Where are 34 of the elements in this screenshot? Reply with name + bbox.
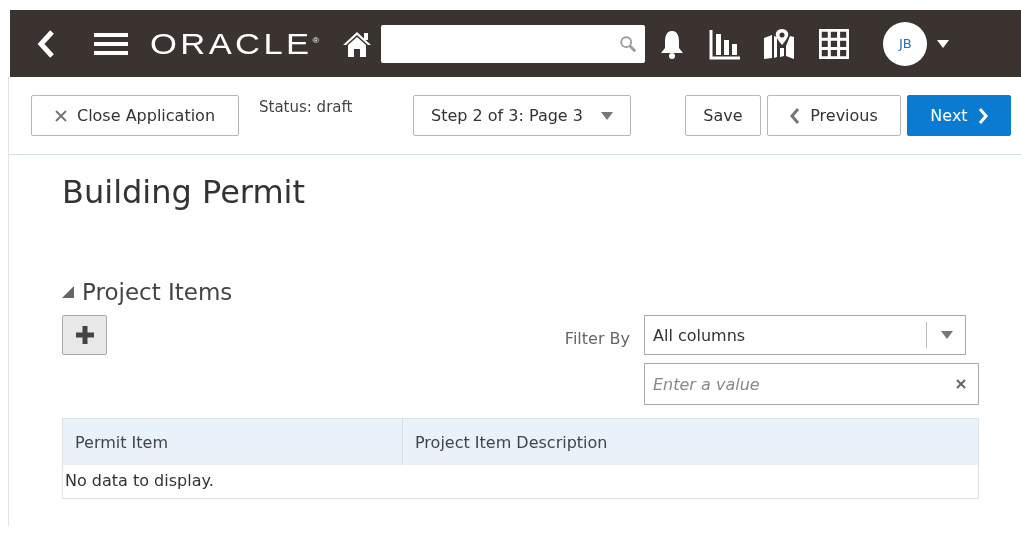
search-field[interactable]	[381, 24, 646, 63]
section-title: Project Items	[82, 279, 233, 305]
next-button[interactable]: Next	[907, 95, 1011, 136]
user-avatar[interactable]: JB	[883, 21, 928, 66]
filter-input[interactable]: Enter a value	[644, 363, 979, 405]
grid-icon[interactable]	[819, 28, 850, 59]
back-icon[interactable]	[36, 28, 56, 59]
clear-icon[interactable]	[956, 379, 966, 389]
previous-button[interactable]: Previous	[767, 95, 901, 136]
close-icon	[54, 109, 67, 122]
search-icon	[619, 34, 638, 53]
plus-icon	[74, 325, 95, 345]
collapse-triangle-icon[interactable]	[62, 286, 74, 298]
close-application-button[interactable]: Close Application	[31, 95, 239, 136]
filter-label: Filter By	[564, 329, 630, 348]
map-pin-icon[interactable]	[763, 27, 796, 60]
step-select[interactable]: Step 2 of 3: Page 3	[413, 95, 631, 136]
caret-icon[interactable]	[937, 39, 950, 48]
status-text: Status: draft	[259, 98, 354, 116]
empty-message: No data to display.	[64, 470, 215, 492]
column-header[interactable]: Project Item Description	[403, 419, 608, 465]
menu-icon[interactable]	[94, 31, 128, 56]
save-button[interactable]: Save	[685, 95, 761, 136]
caret-icon	[941, 331, 953, 339]
filter-select[interactable]: All columns	[644, 315, 966, 355]
page-title: Building Permit	[62, 173, 307, 211]
column-header[interactable]: Permit Item	[63, 419, 403, 465]
bar-chart-icon[interactable]	[709, 27, 742, 60]
chevron-left-icon	[790, 107, 801, 124]
caret-icon	[600, 111, 613, 120]
bell-icon[interactable]	[659, 28, 686, 59]
chevron-right-icon	[977, 107, 988, 124]
add-button[interactable]	[62, 315, 107, 355]
logo: ORACLE$^{®}$	[150, 26, 320, 61]
